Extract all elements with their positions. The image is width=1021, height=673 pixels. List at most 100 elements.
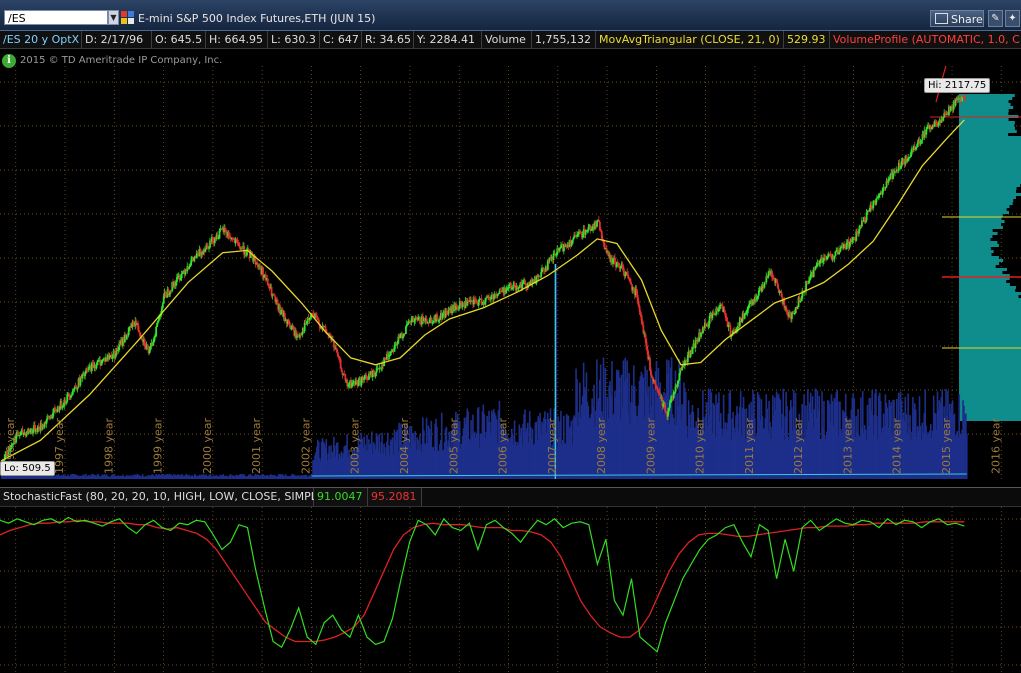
volume-profile-bar	[959, 322, 1021, 325]
candle-body	[786, 310, 789, 315]
year-range: Y: 2284.41	[414, 31, 482, 48]
volume-profile-bar	[959, 166, 1021, 169]
volume-profile-bar	[959, 151, 1021, 154]
volume-profile-bar	[959, 331, 1021, 334]
white-square-icon	[128, 18, 134, 24]
candle-body	[630, 282, 632, 285]
volume-profile-bar	[959, 325, 1021, 328]
volume-profile-bar	[959, 343, 1021, 346]
volume-profile-bar	[959, 382, 1021, 385]
moving-average-label[interactable]: MovAvgTriangular (CLOSE, 21, 0)	[596, 31, 784, 48]
volume-profile-bar	[959, 226, 1003, 229]
year-label: 2011 year	[743, 417, 756, 474]
volume-profile-label[interactable]: VolumeProfile (AUTOMATIC, 1.0, C	[830, 31, 1021, 48]
year-label: 1999 year	[152, 417, 165, 474]
candle-body	[344, 374, 347, 381]
volume-profile-bar	[959, 409, 1021, 412]
volume-profile-bar	[959, 178, 1021, 181]
volume-profile-bar	[959, 289, 1016, 292]
candle-body	[791, 313, 793, 320]
volume-profile-bar	[959, 205, 1010, 208]
hi-label: Hi: 2117.75	[924, 78, 991, 93]
year-label: 2001 year	[250, 417, 263, 474]
bar-date: D: 2/17/96	[82, 31, 152, 48]
settings-button[interactable]: ✦	[1005, 10, 1020, 27]
volume-profile-bar	[959, 172, 1021, 175]
volume-profile-bar	[959, 265, 996, 268]
symbol-input[interactable]: /ES	[4, 10, 108, 25]
share-button[interactable]: Share	[930, 10, 984, 27]
volume-profile-bar	[959, 364, 1021, 367]
candle-body	[90, 363, 93, 372]
x-axis-labels: 1996 year 1997 year 1998 year 1999 year 2000…	[4, 417, 1003, 474]
candle-body	[71, 390, 74, 395]
gear-icon: ✦	[1008, 13, 1017, 24]
candle-body	[155, 327, 158, 337]
volume-profile-bar	[959, 211, 1010, 214]
volume-profile-bar	[959, 169, 1021, 172]
volume-profile-bar	[959, 334, 1021, 337]
stochastic-label[interactable]: StochasticFast (80, 20, 20, 10, HIGH, LO…	[0, 488, 328, 506]
candle-body	[838, 252, 841, 255]
candle-body	[385, 359, 387, 361]
candle-body	[238, 242, 241, 247]
volume-profile-bar	[959, 292, 1021, 295]
volume-profile-bar	[959, 412, 1021, 415]
stochastic-chart[interactable]	[0, 507, 1021, 673]
year-label: 2002 year	[299, 417, 312, 474]
share-label: Share	[951, 13, 983, 26]
volume-profile-bar	[959, 328, 1021, 331]
symbol-dropdown-icon[interactable]: ▼	[108, 10, 119, 25]
volume-profile-bar	[959, 385, 1021, 388]
volume-label[interactable]: Volume	[482, 31, 532, 48]
volume-profile-bar	[959, 175, 1021, 178]
volume-histogram	[0, 264, 968, 479]
volume-profile-bar	[959, 370, 1021, 373]
volume-profile-bar	[959, 286, 1016, 289]
volume-profile-bar	[959, 397, 1021, 400]
volume-profile-bar	[959, 118, 1009, 121]
year-label: 2013 year	[841, 417, 854, 474]
candle-body	[19, 435, 21, 437]
volume-profile-bar	[959, 283, 1010, 286]
study-values-bar: /ES 20 y OptX D: 2/17/96 O: 645.5 H: 664…	[0, 31, 1021, 49]
year-label: 2005 year	[447, 417, 460, 474]
volume-profile-bar	[959, 238, 991, 241]
volume-profile-bar	[959, 250, 994, 253]
candle-body	[405, 326, 407, 335]
volume-profile-bar	[959, 112, 1009, 115]
year-label: 2007 year	[546, 417, 559, 474]
volume-profile-bar	[959, 301, 1021, 304]
price-chart[interactable]: 1996 year 1997 year 1998 year 1999 year 2000…	[0, 66, 1021, 481]
year-label: 1998 year	[102, 417, 115, 474]
drawing-tool-button[interactable]: ✎	[988, 10, 1003, 27]
volume-profile-bar	[959, 181, 1021, 184]
year-label: 2003 year	[349, 417, 362, 474]
volume-profile-bar	[959, 103, 1011, 106]
volume-profile-bar	[959, 163, 1021, 166]
volume-profile-bar	[959, 307, 1021, 310]
volume-profile-bar	[959, 406, 1021, 409]
copyright-text: 2015 © TD Ameritrade IP Company, Inc.	[20, 55, 223, 66]
bar-high: H: 664.95	[206, 31, 268, 48]
candle-body	[834, 251, 837, 257]
moving-average-value: 529.93	[784, 31, 830, 48]
candle-body	[872, 201, 875, 209]
volume-profile-bar	[959, 202, 1013, 205]
candle-body	[796, 306, 799, 310]
volume-profile-bar	[959, 196, 1016, 199]
volume-profile-bar	[959, 157, 1021, 160]
year-label: 2015 year	[940, 417, 953, 474]
volume-profile-bar	[959, 232, 998, 235]
chart-settings-label[interactable]: /ES 20 y OptX	[0, 31, 82, 48]
stochastic-slow-value: 95.2081	[368, 488, 422, 506]
volume-profile-bar	[959, 394, 1021, 397]
volume-bar	[966, 433, 968, 479]
candle-body	[560, 245, 562, 249]
volume-profile-bar	[959, 229, 993, 232]
yellow-square-icon	[121, 18, 127, 24]
volume-profile-bar	[959, 208, 1007, 211]
volume-profile-bar	[959, 94, 1015, 97]
drawing-tool-icon: ✎	[991, 13, 1000, 24]
stochastic-fast-value: 91.0047	[314, 488, 368, 506]
